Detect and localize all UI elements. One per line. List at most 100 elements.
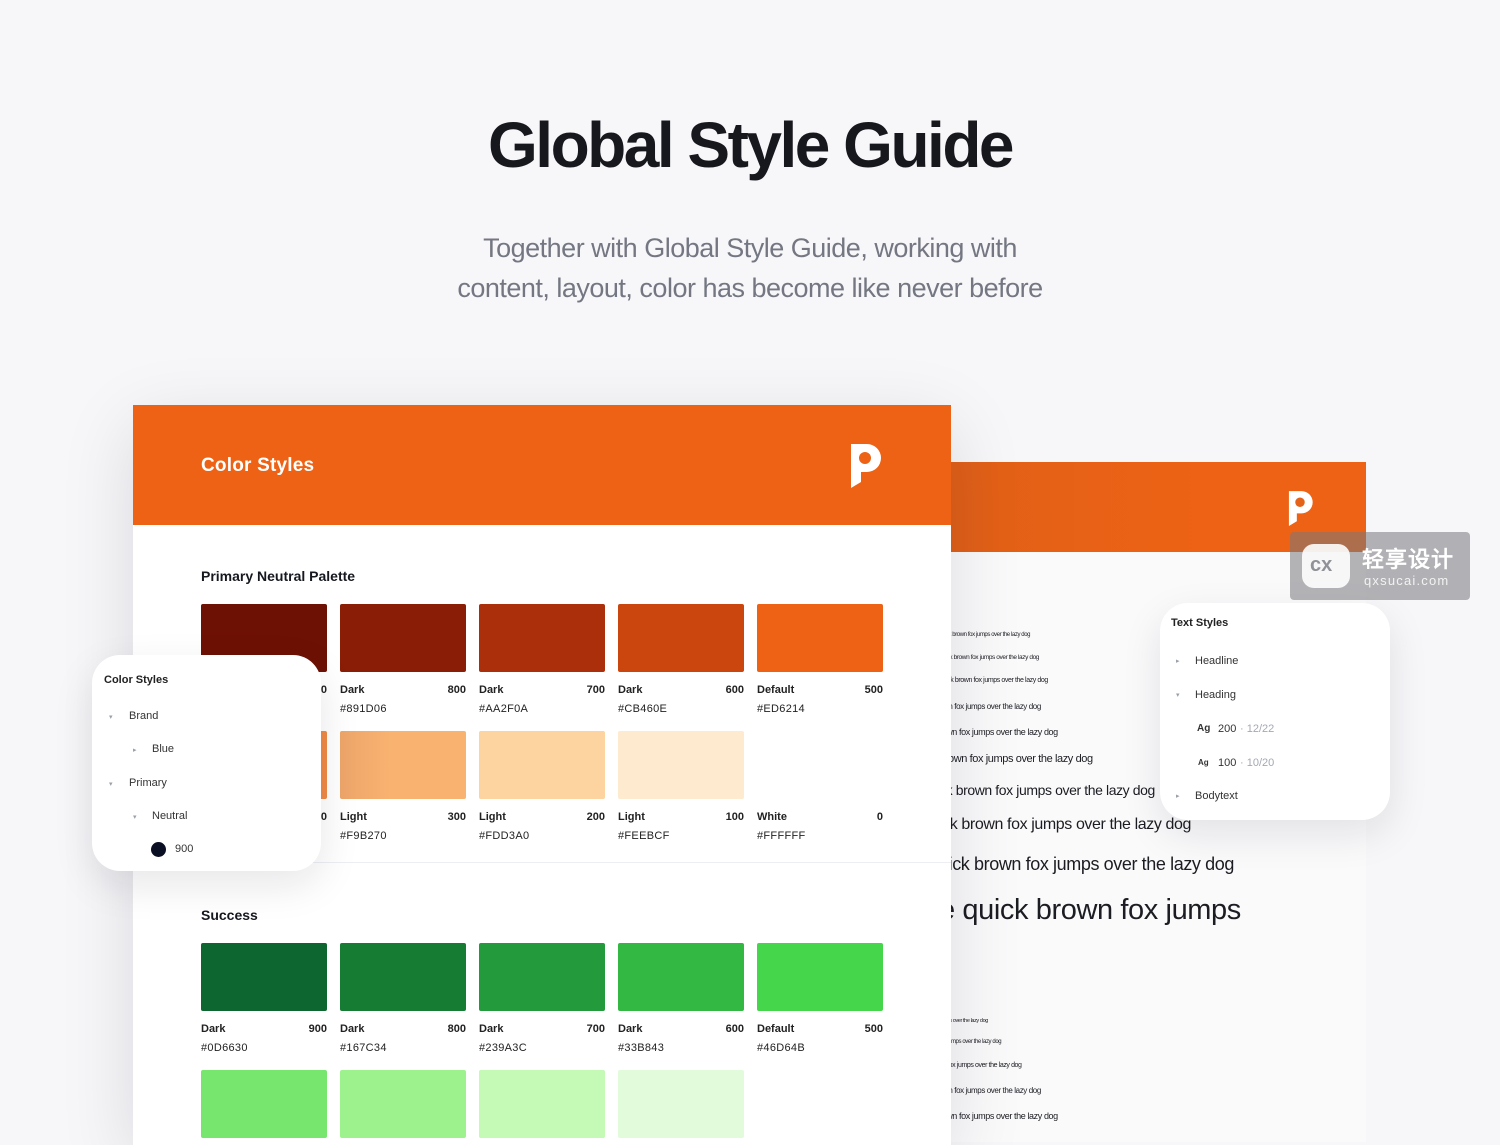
tree-item-label: Blue: [152, 743, 175, 755]
type-sample: rown fox jumps over the lazy dog: [945, 1111, 1058, 1121]
p-logo-icon: [1288, 491, 1313, 526]
caret-down-icon[interactable]: ▾: [109, 713, 113, 721]
swatch-hex: #239A3C: [479, 1042, 527, 1054]
swatch-hex: #AA2F0A: [479, 703, 529, 715]
swatch-hex: #F9B270: [340, 830, 387, 842]
type-sample: own fox jumps over the lazy dog: [945, 1086, 1041, 1095]
ag-icon: Ag: [1198, 758, 1209, 767]
caret-down-icon[interactable]: ▾: [133, 813, 137, 821]
color-swatch[interactable]: [618, 1070, 744, 1138]
type-sample: brown fox jumps over the lazy dog: [945, 753, 1093, 765]
color-swatch[interactable]: [479, 1070, 605, 1138]
color-swatch[interactable]: [340, 604, 466, 672]
color-sheet-title: Color Styles: [201, 455, 315, 476]
swatch-name: Default: [757, 684, 795, 696]
type-sample: rown fox jumps over the lazy dog: [945, 727, 1058, 737]
type-sample: ck brown fox jumps over the lazy dog: [945, 782, 1155, 798]
ag-icon: Ag: [1197, 723, 1211, 734]
text-styles-panel: Text Styles ▸ Headline ▾ Heading Ag 200 …: [1160, 603, 1390, 820]
type-sample: quick brown fox jumps over the lazy dog: [945, 632, 1031, 638]
swatch-name: Dark: [201, 1023, 226, 1035]
swatch-name: Dark: [479, 1023, 504, 1035]
type-sample: jumps over the lazy dog: [945, 1018, 988, 1024]
hero-subtitle-line-1: Together with Global Style Guide, workin…: [483, 233, 1017, 263]
caret-down-icon[interactable]: ▾: [1176, 691, 1180, 699]
color-swatch[interactable]: [757, 604, 883, 672]
color-swatch[interactable]: [479, 731, 605, 799]
type-sample: fox jumps over the lazy dog: [945, 1039, 1002, 1045]
swatch-name: Dark: [479, 684, 504, 696]
hero-subtitle: Together with Global Style Guide, workin…: [0, 228, 1500, 308]
type-sample: uick brown fox jumps over the lazy dog: [945, 854, 1234, 874]
swatch-weight: 200: [586, 811, 605, 823]
swatch-hex: #FEEBCF: [618, 830, 670, 842]
color-dot-icon: [151, 842, 166, 857]
color-swatch[interactable]: [618, 731, 744, 799]
watermark-cn: 轻享设计: [1362, 547, 1455, 572]
watermark-en: qxsucai.com: [1364, 573, 1450, 588]
caret-right-icon[interactable]: ▸: [133, 746, 137, 754]
section-title-primary: Primary Neutral Palette: [201, 568, 356, 584]
swatch-weight: 900: [308, 1023, 327, 1035]
swatch-weight: 800: [447, 1023, 466, 1035]
swatch-weight: 600: [725, 684, 744, 696]
swatch-hex: #46D64B: [757, 1042, 805, 1054]
tree-item-label: Headline: [1195, 655, 1239, 667]
tree-item-label: Primary: [129, 777, 167, 789]
swatch-weight: 500: [864, 684, 883, 696]
type-sample: quick brown fox jumps over the lazy dog: [945, 677, 1048, 684]
swatch-hex: #FDD3A0: [479, 830, 530, 842]
swatch-weight: 300: [447, 811, 466, 823]
text-style-value: 200: [1218, 723, 1237, 735]
caret-down-icon[interactable]: ▾: [109, 780, 113, 788]
swatch-weight: 100: [725, 811, 744, 823]
color-swatch[interactable]: [340, 943, 466, 1011]
tree-item-label: Neutral: [152, 810, 188, 822]
tree-item-label: Bodytext: [1195, 790, 1238, 802]
swatch-hex: #ED6214: [757, 703, 805, 715]
color-swatch[interactable]: [618, 943, 744, 1011]
watermark: cx 轻享设计 qxsucai.com: [1290, 532, 1470, 600]
color-swatch[interactable]: [201, 943, 327, 1011]
color-swatch[interactable]: [757, 731, 883, 799]
swatch-name: Light: [479, 811, 506, 823]
tree-item-label: Heading: [1195, 689, 1236, 701]
caret-right-icon[interactable]: ▸: [1176, 792, 1180, 800]
swatch-name: Default: [757, 1023, 795, 1035]
type-sample: own fox jumps over the lazy dog: [945, 702, 1041, 711]
swatch-hex: #FFFFFF: [757, 830, 806, 842]
qx-logo-glyph: cx: [1310, 554, 1333, 576]
swatch-name: Dark: [340, 684, 365, 696]
swatch-hex: #891D06: [340, 703, 387, 715]
swatch-name: White: [757, 811, 787, 823]
caret-right-icon[interactable]: ▸: [1176, 657, 1180, 665]
text-style-meta: · 12/22: [1240, 723, 1275, 735]
swatch-hex: #CB460E: [618, 703, 668, 715]
section-title-success: Success: [201, 907, 258, 923]
swatch-hex: #167C34: [340, 1042, 387, 1054]
qx-logo-icon: cx: [1302, 544, 1350, 588]
color-swatch[interactable]: [757, 943, 883, 1011]
tree-item-label: Brand: [129, 710, 159, 722]
color-swatch[interactable]: [340, 1070, 466, 1138]
swatch-name: Dark: [618, 1023, 643, 1035]
color-swatch[interactable]: [340, 731, 466, 799]
color-swatch[interactable]: [201, 1070, 327, 1138]
color-styles-panel: Color Styles ▾ Brand ▸ Blue ▾ Primary ▾ …: [92, 655, 321, 871]
color-swatch[interactable]: [618, 604, 744, 672]
swatch-weight: 700: [586, 1023, 605, 1035]
type-sample: vn fox jumps over the lazy dog: [945, 1062, 1022, 1069]
swatch-name: Light: [618, 811, 645, 823]
swatch-weight: 700: [586, 684, 605, 696]
text-style-value: 100: [1218, 757, 1237, 769]
swatch-hex: #33B843: [618, 1042, 665, 1054]
swatch-name: Dark: [340, 1023, 365, 1035]
swatch-name: Dark: [618, 684, 643, 696]
type-sample: e quick brown fox jumps: [945, 894, 1241, 926]
hero-subtitle-line-2: content, layout, color has become like n…: [457, 273, 1043, 303]
type-sample: quick brown fox jumps over the lazy dog: [945, 654, 1040, 661]
swatch-weight: 800: [447, 684, 466, 696]
color-swatch[interactable]: [479, 604, 605, 672]
color-swatch[interactable]: [479, 943, 605, 1011]
type-sample: ick brown fox jumps over the lazy dog: [945, 816, 1191, 833]
